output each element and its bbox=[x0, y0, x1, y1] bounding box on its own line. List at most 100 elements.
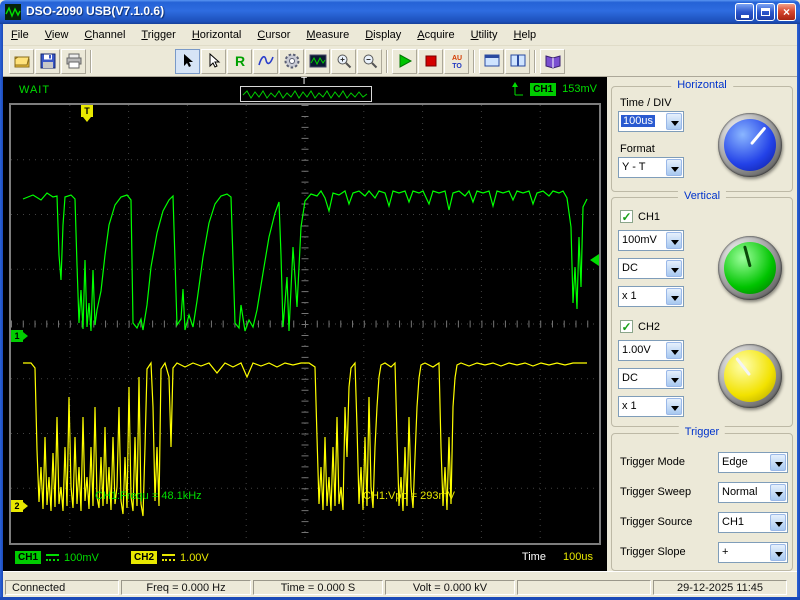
menu-horizontal[interactable]: Horizontal bbox=[184, 26, 250, 44]
format-label: Format bbox=[620, 143, 655, 155]
trigger-level-value: 153mV bbox=[562, 83, 597, 95]
trigger-position-marker[interactable]: T bbox=[81, 105, 93, 117]
horizontal-knob[interactable] bbox=[718, 113, 782, 177]
menu-bar: File View Channel Trigger Horizontal Cur… bbox=[3, 24, 797, 46]
toolbar-separator bbox=[90, 50, 92, 73]
trigger-slope-select[interactable]: + bbox=[718, 542, 788, 563]
open-button[interactable] bbox=[9, 49, 34, 74]
start-button[interactable] bbox=[392, 49, 417, 74]
fft-button[interactable] bbox=[253, 49, 278, 74]
window-split-button[interactable] bbox=[505, 49, 530, 74]
chevron-down-icon[interactable] bbox=[666, 159, 682, 176]
menu-display[interactable]: Display bbox=[357, 26, 409, 44]
chevron-down-icon[interactable] bbox=[666, 370, 682, 387]
ch1-coupling-select[interactable]: DC bbox=[618, 258, 684, 279]
close-button[interactable]: × bbox=[777, 3, 796, 21]
toolbar-separator bbox=[473, 50, 475, 73]
ch1-scale-value: 100mV bbox=[64, 552, 99, 564]
chevron-down-icon[interactable] bbox=[666, 260, 682, 277]
hpos-preview[interactable] bbox=[240, 86, 372, 102]
dc-coupling-icon bbox=[162, 554, 175, 562]
chevron-down-icon[interactable] bbox=[666, 398, 682, 415]
menu-help[interactable]: Help bbox=[506, 26, 545, 44]
trigger-level-icon bbox=[512, 82, 524, 96]
window-layout-button[interactable] bbox=[479, 49, 504, 74]
format-value: Y - T bbox=[622, 161, 645, 173]
horizontal-group: Horizontal Time / DIV 100us Format Y - T bbox=[611, 86, 793, 192]
menu-cursor[interactable]: Cursor bbox=[249, 26, 298, 44]
menu-channel[interactable]: Channel bbox=[76, 26, 133, 44]
checkbox-box[interactable]: ✓ bbox=[620, 210, 633, 223]
chevron-down-icon[interactable] bbox=[666, 342, 682, 359]
scope-display[interactable]: T 1 2 CH1:Frequ = 48.1kHz CH1:Vpp = 293m… bbox=[9, 103, 601, 545]
autoset-button[interactable]: AUTO bbox=[444, 49, 469, 74]
maximize-icon bbox=[761, 8, 770, 16]
menu-acquire[interactable]: Acquire bbox=[409, 26, 462, 44]
marker-tail bbox=[23, 502, 32, 510]
trigger-group: Trigger Trigger Mode Edge Trigger Sweep … bbox=[611, 433, 793, 571]
menu-utility[interactable]: Utility bbox=[463, 26, 506, 44]
menu-file[interactable]: File bbox=[3, 26, 37, 44]
ch1-probe-select[interactable]: x 1 bbox=[618, 286, 684, 307]
ch1-knob[interactable] bbox=[718, 236, 782, 300]
format-select[interactable]: Y - T bbox=[618, 157, 684, 178]
cursor-arrow-icon bbox=[179, 52, 197, 70]
ch2-volts-select[interactable]: 1.00V bbox=[618, 340, 684, 361]
ch1-volts-select[interactable]: 100mV bbox=[618, 230, 684, 251]
trigger-mode-select[interactable]: Edge bbox=[718, 452, 788, 473]
menu-measure[interactable]: Measure bbox=[298, 26, 357, 44]
control-panel: Horizontal Time / DIV 100us Format Y - T… bbox=[607, 77, 797, 571]
menu-view[interactable]: View bbox=[37, 26, 77, 44]
knob-face bbox=[724, 350, 776, 402]
scope-grid-and-traces bbox=[11, 105, 599, 543]
save-button[interactable] bbox=[35, 49, 60, 74]
ch1-checkbox[interactable]: ✓ CH1 bbox=[620, 210, 660, 223]
stop-button[interactable] bbox=[418, 49, 443, 74]
chevron-down-icon[interactable] bbox=[666, 113, 682, 130]
ch2-scale-readout: CH2 1.00V bbox=[131, 551, 209, 564]
zoom-out-button[interactable] bbox=[357, 49, 382, 74]
ch2-position-marker[interactable]: 2 bbox=[11, 500, 23, 512]
ch2-knob[interactable] bbox=[718, 344, 782, 408]
printer-icon bbox=[65, 52, 83, 70]
waveform-display-button[interactable] bbox=[305, 49, 330, 74]
chevron-down-icon[interactable] bbox=[770, 514, 786, 531]
fft-curve-icon bbox=[257, 52, 275, 70]
datetime-status: 29-12-2025 11:45 bbox=[653, 580, 787, 595]
check-icon: ✓ bbox=[621, 322, 631, 332]
ch2-checkbox-label: CH2 bbox=[638, 321, 660, 333]
time-div-value: 100us bbox=[621, 115, 655, 127]
ch2-probe-select[interactable]: x 1 bbox=[618, 396, 684, 417]
acquisition-status: WAIT bbox=[19, 84, 50, 96]
trigger-level-marker[interactable] bbox=[584, 254, 599, 266]
ch2-coupling-select[interactable]: DC bbox=[618, 368, 684, 389]
chevron-down-icon[interactable] bbox=[770, 544, 786, 561]
help-button[interactable] bbox=[540, 49, 565, 74]
select-tool-button[interactable] bbox=[175, 49, 200, 74]
refresh-button[interactable]: R bbox=[227, 49, 252, 74]
chevron-down-icon[interactable] bbox=[666, 288, 682, 305]
maximize-button[interactable] bbox=[756, 3, 775, 21]
minimize-button[interactable] bbox=[735, 3, 754, 21]
vertical-group: Vertical ✓ CH1 100mV DC x 1 ✓ bbox=[611, 197, 793, 427]
trigger-sweep-select[interactable]: Normal bbox=[718, 482, 788, 503]
menu-trigger[interactable]: Trigger bbox=[133, 26, 183, 44]
chevron-down-icon[interactable] bbox=[770, 484, 786, 501]
ch1-position-marker[interactable]: 1 bbox=[11, 330, 23, 342]
scope-scale-strip: CH1 100mV CH2 1.00V Time 100us bbox=[3, 545, 607, 571]
ch1-vpp-annotation: CH1:Vpp = 293mV bbox=[363, 490, 455, 502]
trigger-source-badge: CH1 bbox=[530, 83, 556, 96]
waveform-icon bbox=[309, 52, 327, 70]
ch1-frequency-annotation: CH1:Frequ = 48.1kHz bbox=[95, 490, 202, 502]
time-div-select[interactable]: 100us bbox=[618, 111, 684, 132]
ch2-checkbox[interactable]: ✓ CH2 bbox=[620, 320, 660, 333]
checkbox-box[interactable]: ✓ bbox=[620, 320, 633, 333]
print-button[interactable] bbox=[61, 49, 86, 74]
chevron-down-icon[interactable] bbox=[666, 232, 682, 249]
zoom-in-button[interactable] bbox=[331, 49, 356, 74]
pointer-tool-button[interactable] bbox=[201, 49, 226, 74]
calibration-button[interactable] bbox=[279, 49, 304, 74]
chevron-down-icon[interactable] bbox=[770, 454, 786, 471]
trigger-source-select[interactable]: CH1 bbox=[718, 512, 788, 533]
window-frame bbox=[0, 24, 3, 600]
